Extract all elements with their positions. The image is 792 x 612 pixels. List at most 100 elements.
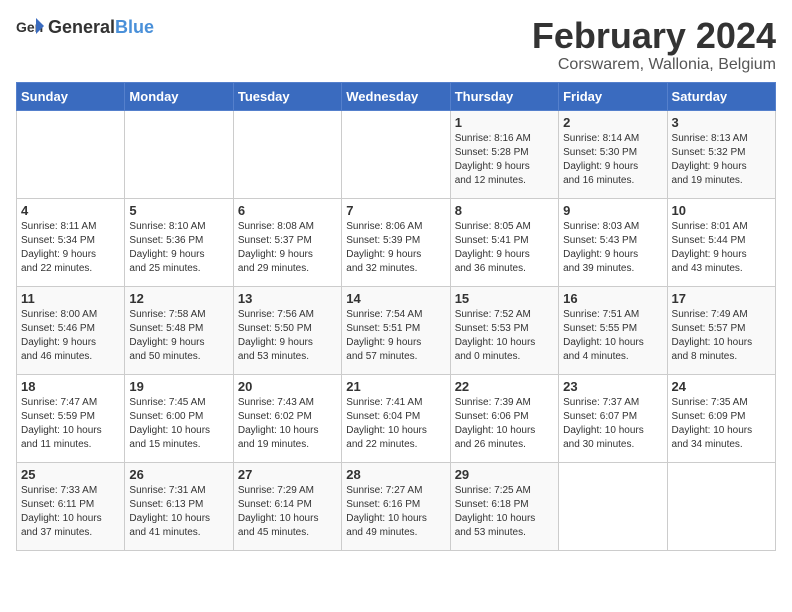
day-info: Sunrise: 8:00 AM Sunset: 5:46 PM Dayligh… [21,308,120,364]
calendar-cell: 24 Sunrise: 7:35 AM Sunset: 6:09 PM Dayli… [667,374,775,462]
day-info: Sunrise: 7:45 AM Sunset: 6:00 PM Dayligh… [129,396,228,452]
day-number: 5 [129,203,228,218]
calendar-cell: 19 Sunrise: 7:45 AM Sunset: 6:00 PM Dayli… [125,374,233,462]
day-info: Sunrise: 7:39 AM Sunset: 6:06 PM Dayligh… [455,396,554,452]
calendar-cell [233,110,341,198]
calendar-cell: 6 Sunrise: 8:08 AM Sunset: 5:37 PM Daylig… [233,198,341,286]
day-info: Sunrise: 7:54 AM Sunset: 5:51 PM Dayligh… [346,308,445,364]
calendar-cell: 26 Sunrise: 7:31 AM Sunset: 6:13 PM Dayli… [125,462,233,550]
day-number: 25 [21,467,120,482]
header-cell-friday: Friday [559,82,667,110]
day-info: Sunrise: 7:52 AM Sunset: 5:53 PM Dayligh… [455,308,554,364]
calendar-cell: 5 Sunrise: 8:10 AM Sunset: 5:36 PM Daylig… [125,198,233,286]
calendar-body: 1Sunrise: 8:16 AM Sunset: 5:28 PM Daylig… [17,110,776,550]
day-number: 29 [455,467,554,482]
main-title: February 2024 [532,16,776,56]
calendar-cell: 18 Sunrise: 7:47 AM Sunset: 5:59 PM Dayli… [17,374,125,462]
day-number: 22 [455,379,554,394]
day-number: 7 [346,203,445,218]
header-cell-tuesday: Tuesday [233,82,341,110]
week-row-4: 25 Sunrise: 7:33 AM Sunset: 6:11 PM Dayli… [17,462,776,550]
header-cell-monday: Monday [125,82,233,110]
day-info: Sunrise: 7:37 AM Sunset: 6:07 PM Dayligh… [563,396,662,452]
calendar-cell: 13Sunrise: 7:56 AM Sunset: 5:50 PM Dayli… [233,286,341,374]
day-info: Sunrise: 8:03 AM Sunset: 5:43 PM Dayligh… [563,220,662,276]
day-number: 23 [563,379,662,394]
calendar-cell [342,110,450,198]
header-cell-sunday: Sunday [17,82,125,110]
calendar-table: SundayMondayTuesdayWednesdayThursdayFrid… [16,82,776,551]
day-info: Sunrise: 7:33 AM Sunset: 6:11 PM Dayligh… [21,484,120,540]
calendar-cell: 17Sunrise: 7:49 AM Sunset: 5:57 PM Dayli… [667,286,775,374]
day-info: Sunrise: 7:41 AM Sunset: 6:04 PM Dayligh… [346,396,445,452]
calendar-cell: 12Sunrise: 7:58 AM Sunset: 5:48 PM Dayli… [125,286,233,374]
calendar-cell [17,110,125,198]
logo-general: General [48,17,115,37]
day-info: Sunrise: 7:27 AM Sunset: 6:16 PM Dayligh… [346,484,445,540]
week-row-2: 11Sunrise: 8:00 AM Sunset: 5:46 PM Dayli… [17,286,776,374]
calendar-cell: 25 Sunrise: 7:33 AM Sunset: 6:11 PM Dayli… [17,462,125,550]
calendar-cell [559,462,667,550]
header-cell-wednesday: Wednesday [342,82,450,110]
logo: Gen GeneralBlue [16,16,154,38]
day-number: 27 [238,467,337,482]
day-number: 19 [129,379,228,394]
day-number: 14 [346,291,445,306]
day-info: Sunrise: 8:08 AM Sunset: 5:37 PM Dayligh… [238,220,337,276]
calendar-cell: 16 Sunrise: 7:51 AM Sunset: 5:55 PM Dayli… [559,286,667,374]
day-number: 17 [672,291,771,306]
day-info: Sunrise: 8:13 AM Sunset: 5:32 PM Dayligh… [672,132,771,188]
calendar-cell: 8Sunrise: 8:05 AM Sunset: 5:41 PM Daylig… [450,198,558,286]
calendar-cell: 22 Sunrise: 7:39 AM Sunset: 6:06 PM Dayli… [450,374,558,462]
day-number: 8 [455,203,554,218]
day-info: Sunrise: 7:25 AM Sunset: 6:18 PM Dayligh… [455,484,554,540]
day-number: 2 [563,115,662,130]
day-info: Sunrise: 8:10 AM Sunset: 5:36 PM Dayligh… [129,220,228,276]
calendar-header: SundayMondayTuesdayWednesdayThursdayFrid… [17,82,776,110]
calendar-cell: 28 Sunrise: 7:27 AM Sunset: 6:16 PM Dayli… [342,462,450,550]
day-info: Sunrise: 7:31 AM Sunset: 6:13 PM Dayligh… [129,484,228,540]
calendar-cell [125,110,233,198]
calendar-cell: 20Sunrise: 7:43 AM Sunset: 6:02 PM Dayli… [233,374,341,462]
day-number: 6 [238,203,337,218]
day-info: Sunrise: 7:51 AM Sunset: 5:55 PM Dayligh… [563,308,662,364]
day-info: Sunrise: 8:06 AM Sunset: 5:39 PM Dayligh… [346,220,445,276]
day-info: Sunrise: 8:01 AM Sunset: 5:44 PM Dayligh… [672,220,771,276]
week-row-0: 1Sunrise: 8:16 AM Sunset: 5:28 PM Daylig… [17,110,776,198]
calendar-cell: 23 Sunrise: 7:37 AM Sunset: 6:07 PM Dayli… [559,374,667,462]
subtitle: Corswarem, Wallonia, Belgium [532,56,776,74]
day-number: 1 [455,115,554,130]
calendar-cell: 9Sunrise: 8:03 AM Sunset: 5:43 PM Daylig… [559,198,667,286]
day-number: 16 [563,291,662,306]
calendar-cell: 11Sunrise: 8:00 AM Sunset: 5:46 PM Dayli… [17,286,125,374]
day-number: 20 [238,379,337,394]
calendar-cell: 21 Sunrise: 7:41 AM Sunset: 6:04 PM Dayli… [342,374,450,462]
day-number: 18 [21,379,120,394]
day-info: Sunrise: 7:47 AM Sunset: 5:59 PM Dayligh… [21,396,120,452]
day-number: 13 [238,291,337,306]
calendar-cell: 27Sunrise: 7:29 AM Sunset: 6:14 PM Dayli… [233,462,341,550]
day-info: Sunrise: 8:11 AM Sunset: 5:34 PM Dayligh… [21,220,120,276]
day-number: 28 [346,467,445,482]
calendar-cell: 3Sunrise: 8:13 AM Sunset: 5:32 PM Daylig… [667,110,775,198]
header-row: SundayMondayTuesdayWednesdayThursdayFrid… [17,82,776,110]
logo-blue: Blue [115,17,154,37]
calendar-cell: 7 Sunrise: 8:06 AM Sunset: 5:39 PM Daylig… [342,198,450,286]
header-cell-saturday: Saturday [667,82,775,110]
calendar-cell: 29 Sunrise: 7:25 AM Sunset: 6:18 PM Dayli… [450,462,558,550]
day-info: Sunrise: 7:35 AM Sunset: 6:09 PM Dayligh… [672,396,771,452]
calendar-cell: 14 Sunrise: 7:54 AM Sunset: 5:51 PM Dayli… [342,286,450,374]
day-info: Sunrise: 8:14 AM Sunset: 5:30 PM Dayligh… [563,132,662,188]
calendar-cell: 1Sunrise: 8:16 AM Sunset: 5:28 PM Daylig… [450,110,558,198]
week-row-3: 18 Sunrise: 7:47 AM Sunset: 5:59 PM Dayli… [17,374,776,462]
logo-text: GeneralBlue [48,18,154,37]
calendar-cell: 10 Sunrise: 8:01 AM Sunset: 5:44 PM Dayli… [667,198,775,286]
title-area: February 2024 Corswarem, Wallonia, Belgi… [532,16,776,74]
day-number: 26 [129,467,228,482]
header-cell-thursday: Thursday [450,82,558,110]
day-number: 10 [672,203,771,218]
week-row-1: 4Sunrise: 8:11 AM Sunset: 5:34 PM Daylig… [17,198,776,286]
day-number: 15 [455,291,554,306]
day-number: 24 [672,379,771,394]
day-number: 21 [346,379,445,394]
